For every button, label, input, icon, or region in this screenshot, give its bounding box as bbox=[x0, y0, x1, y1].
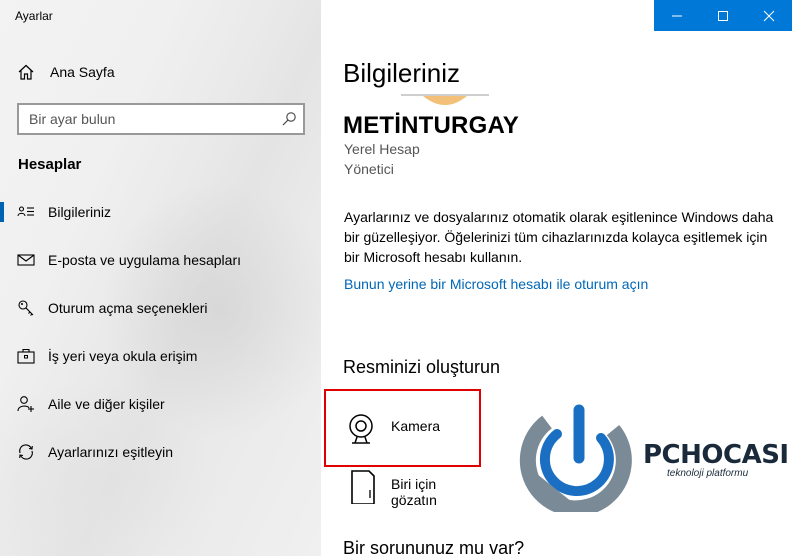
sidebar-item-sign-in-options[interactable]: Oturum açma seçenekleri bbox=[0, 290, 321, 326]
sidebar-item-label: E-posta ve uygulama hesapları bbox=[48, 252, 241, 268]
mail-icon bbox=[17, 254, 35, 266]
browse-file-icon bbox=[351, 470, 375, 504]
section-title: Hesaplar bbox=[18, 156, 82, 173]
home-icon bbox=[18, 64, 34, 80]
sync-icon bbox=[19, 444, 33, 460]
user-name: METİNTURGAY bbox=[343, 112, 519, 139]
camera-option-label: Kamera bbox=[391, 418, 441, 434]
camera-icon bbox=[349, 414, 373, 444]
help-heading: Bir sorununuz mu var? bbox=[343, 538, 525, 556]
sidebar-item-sync[interactable]: Ayarlarınızı eşitleyin bbox=[0, 434, 321, 470]
microsoft-account-link[interactable]: Bunun yerine bir Microsoft hesabı ile ot… bbox=[344, 276, 648, 292]
sidebar-item-family[interactable]: Aile ve diğer kişiler bbox=[0, 386, 321, 422]
watermark-tagline: teknoloji platformu bbox=[667, 468, 749, 479]
browse-option-label: Biri için gözatın bbox=[391, 476, 437, 508]
sidebar-item-label: Bilgileriniz bbox=[48, 204, 112, 220]
sidebar-item-work-school[interactable]: İş yeri veya okula erişim bbox=[0, 338, 321, 374]
sidebar-item-label: İş yeri veya okula erişim bbox=[48, 348, 198, 364]
home-nav-label: Ana Sayfa bbox=[50, 64, 115, 80]
briefcase-icon bbox=[17, 348, 35, 364]
watermark-brand: PCHOCASI bbox=[643, 440, 789, 470]
add-person-icon bbox=[17, 396, 34, 412]
sidebar: Ayarlar Ana Sayfa Hesaplar Bilgileriniz bbox=[0, 0, 321, 556]
search-icon[interactable] bbox=[281, 111, 297, 127]
sidebar-item-bilgileriniz[interactable]: Bilgileriniz bbox=[0, 194, 321, 230]
sidebar-item-email-accounts[interactable]: E-posta ve uygulama hesapları bbox=[0, 242, 321, 278]
account-type: Yerel Hesap bbox=[344, 141, 420, 157]
selected-indicator bbox=[0, 202, 4, 222]
sidebar-item-label: Oturum açma seçenekleri bbox=[48, 300, 208, 316]
home-nav-item[interactable]: Ana Sayfa bbox=[0, 56, 321, 88]
sidebar-item-label: Ayarlarınızı eşitleyin bbox=[48, 444, 174, 460]
sidebar-item-label: Aile ve diğer kişiler bbox=[48, 396, 165, 412]
person-card-icon bbox=[17, 206, 34, 217]
create-picture-heading: Resminizi oluşturun bbox=[343, 357, 501, 377]
watermark-logo: PCHOCASI teknoloji platformu bbox=[517, 402, 792, 517]
main-content: Bilgileriniz METİNTURGAY Yerel Hesap Yön… bbox=[321, 0, 792, 556]
browse-option[interactable]: Biri için gözatın bbox=[345, 468, 485, 508]
settings-search-box[interactable] bbox=[17, 103, 305, 135]
account-role: Yönetici bbox=[344, 161, 394, 177]
page-title: Bilgileriniz bbox=[343, 58, 461, 88]
key-icon bbox=[18, 300, 34, 316]
avatar bbox=[401, 94, 489, 105]
search-input[interactable] bbox=[19, 105, 269, 133]
window-title: Ayarlar bbox=[15, 9, 53, 23]
power-logo-icon bbox=[519, 404, 632, 517]
sync-info-text: Ayarlarınız ve dosyalarınız otomatik ola… bbox=[344, 209, 774, 265]
camera-option[interactable]: Kamera bbox=[345, 410, 485, 450]
